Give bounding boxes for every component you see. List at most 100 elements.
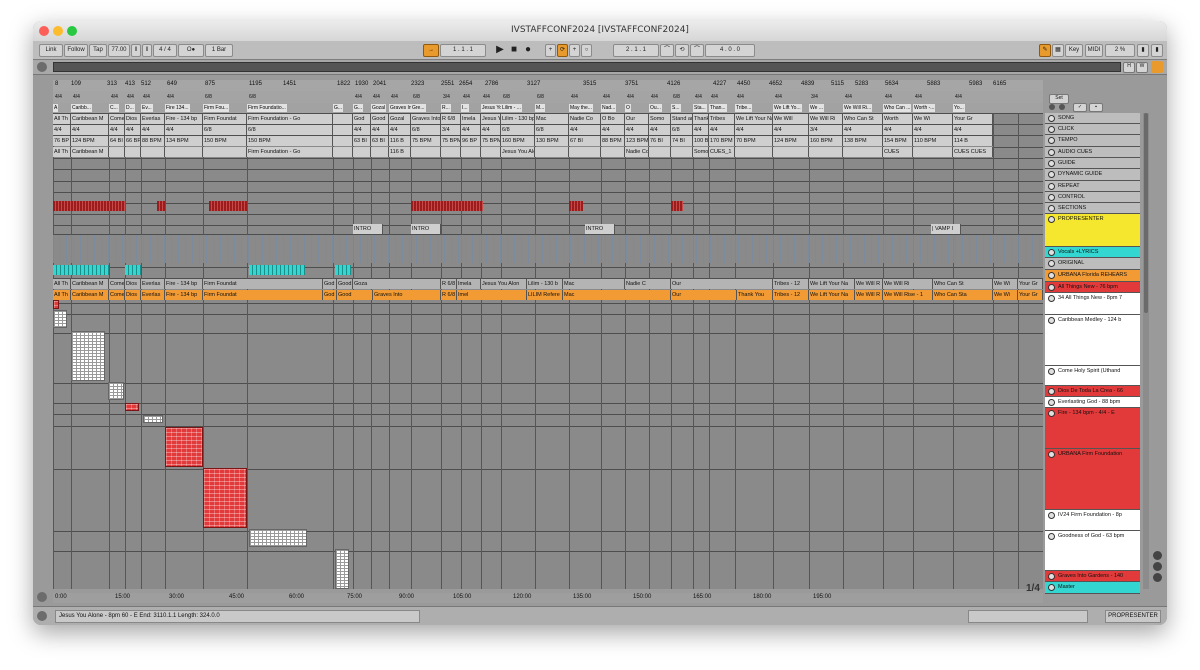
vocal-clip[interactable]: Who Can St (933, 279, 993, 289)
follow-button[interactable]: Follow (64, 44, 88, 57)
meta-clip[interactable]: 4/4 (53, 125, 71, 135)
audio-clip[interactable] (125, 403, 139, 411)
track-fold-icon[interactable] (1048, 317, 1055, 324)
locator[interactable]: Worth -... (913, 104, 936, 112)
meta-clip[interactable] (843, 147, 883, 157)
edit-icon[interactable]: ✓ (1073, 103, 1087, 112)
draw-mode-icon[interactable]: ✎ (1039, 44, 1051, 57)
meta-clip[interactable]: 150 BPM (247, 136, 333, 146)
prev-locator-icon[interactable] (1049, 104, 1055, 110)
track-fold-icon[interactable] (1048, 295, 1055, 302)
meta-clip[interactable]: Good (371, 114, 389, 124)
signature-marker[interactable]: 4/4 (111, 94, 118, 100)
meta-clip[interactable]: 4/4 (601, 125, 625, 135)
meta-clip[interactable]: 170 BPM (709, 136, 735, 146)
meta-clip[interactable]: 4/4 (389, 125, 411, 135)
vocal-clip[interactable]: Imela (457, 279, 481, 289)
vocal-clip[interactable]: We Wi (993, 279, 1018, 289)
signature-marker[interactable]: 6/8 (537, 94, 544, 100)
locator[interactable]: Sta... (693, 104, 707, 112)
meta-clip[interactable]: Jesus You Alon (501, 147, 535, 157)
vocal-clip[interactable]: We Will Ri (883, 279, 933, 289)
meta-clip[interactable]: 4/4 (371, 125, 389, 135)
locator[interactable]: G... (333, 104, 344, 112)
track-fold-icon[interactable] (1048, 126, 1055, 133)
meta-clip[interactable]: 4/4 (649, 125, 671, 135)
track-fold-icon[interactable] (1048, 249, 1055, 256)
locator[interactable]: Caribb... (71, 104, 92, 112)
meta-clip[interactable]: 64 BI (109, 136, 125, 146)
signature-marker[interactable]: 4/4 (737, 94, 744, 100)
original-clip[interactable]: Dios (125, 290, 141, 300)
meta-clip[interactable]: 88 BPM (141, 136, 165, 146)
original-clip[interactable]: Good (337, 290, 373, 300)
track-header[interactable]: SECTIONS (1045, 203, 1140, 214)
vocal-clip[interactable]: Goza (353, 279, 441, 289)
browser-toggle-icon[interactable] (1151, 61, 1163, 73)
track-header[interactable]: Goodness of God - 63 bpm (1045, 531, 1140, 571)
meta-clip[interactable]: 4/4 (109, 125, 125, 135)
signature-marker[interactable]: 4/4 (775, 94, 782, 100)
meta-clip[interactable]: CUES_1 (709, 147, 735, 157)
vocal-clip[interactable]: Nadie C (625, 279, 671, 289)
track-fold-icon[interactable] (1048, 183, 1055, 190)
signature-marker[interactable]: 6/8 (249, 94, 256, 100)
meta-clip[interactable] (601, 147, 625, 157)
vocal-clip[interactable]: Our (671, 279, 773, 289)
original-clip[interactable]: Imel (457, 290, 527, 300)
meta-clip[interactable]: 75 BPM (481, 136, 501, 146)
vocal-clip[interactable]: We Will R (855, 279, 883, 289)
meta-clip[interactable]: 67 BI (569, 136, 601, 146)
meta-clip[interactable]: 75 BPM (441, 136, 461, 146)
track-header[interactable]: All Things New - 76 bpm (1045, 282, 1140, 293)
original-clip[interactable]: Firm Foundat (203, 290, 323, 300)
locator[interactable]: Fire 134... (165, 104, 190, 112)
cue-clip[interactable] (53, 201, 125, 211)
meta-clip[interactable] (671, 147, 693, 157)
signature-marker[interactable]: 4/4 (915, 94, 922, 100)
meta-clip[interactable]: Mac (535, 114, 569, 124)
original-clip[interactable]: Come (109, 290, 125, 300)
cue-clip[interactable] (671, 201, 683, 211)
meta-clip[interactable]: 76 BI (649, 136, 671, 146)
loop-icon[interactable]: ⟲ (675, 44, 689, 57)
signature-marker[interactable]: 4/4 (127, 94, 134, 100)
vocal-clip[interactable]: Everlas (141, 279, 165, 289)
time-ruler[interactable]: 0:00 15:00 30:00 45:00 60:00 75:00 90:00 105:00… (53, 593, 1043, 603)
signature-marker[interactable]: 4/4 (55, 94, 62, 100)
signature-marker[interactable]: 4/4 (627, 94, 634, 100)
track-fold-icon[interactable] (1048, 205, 1055, 212)
song-position-field[interactable]: 1 . 1 . 1 (440, 44, 486, 57)
meta-clip[interactable]: 3/4 (809, 125, 843, 135)
meta-clip[interactable]: 88 BPM (601, 136, 625, 146)
vocal-clip[interactable]: Good (337, 279, 353, 289)
signature-marker[interactable]: 4/4 (391, 94, 398, 100)
next-locator-icon[interactable] (1059, 104, 1065, 110)
track-header[interactable]: Graves Into Gardens - 140 (1045, 571, 1140, 582)
original-clip[interactable]: We Lift Your Na (809, 290, 855, 300)
track-fold-icon[interactable] (1048, 388, 1055, 395)
meta-clip[interactable]: Somo (649, 114, 671, 124)
meta-clip[interactable]: 160 BPM (501, 136, 535, 146)
meta-clip[interactable] (333, 147, 353, 157)
track-header[interactable]: DYNAMIC GUIDE (1045, 169, 1140, 181)
meta-clip[interactable]: CUES CUES (953, 147, 993, 157)
meta-clip[interactable] (203, 147, 247, 157)
meta-clip[interactable]: All Th (53, 147, 71, 157)
locator[interactable]: C... (109, 104, 119, 112)
original-clip[interactable]: Caribbean M (71, 290, 109, 300)
meta-clip[interactable]: 6/8 (247, 125, 333, 135)
status-toggle-icon[interactable] (37, 611, 47, 621)
locator[interactable]: D... (125, 104, 135, 112)
vocal-cue-block[interactable] (53, 265, 109, 275)
meta-clip[interactable]: Your Gr (953, 114, 993, 124)
meta-clip[interactable]: 3/4 (441, 125, 461, 135)
meta-clip[interactable] (461, 147, 481, 157)
track-header[interactable]: URBANA Firm Foundation (1045, 449, 1140, 510)
punch-in-icon[interactable]: ⌒ (660, 44, 674, 57)
capture-icon[interactable]: + (569, 44, 580, 57)
meta-clip[interactable]: 116 B (389, 136, 411, 146)
audio-clip[interactable] (143, 415, 163, 423)
meta-clip[interactable]: 96 BP (461, 136, 481, 146)
audio-clip[interactable] (203, 468, 247, 528)
